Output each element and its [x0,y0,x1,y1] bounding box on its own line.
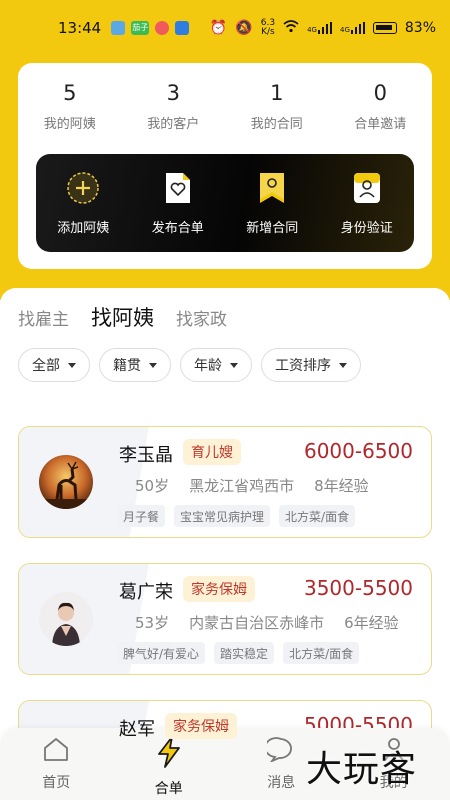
caret-down-icon [339,362,347,368]
home-icon [42,736,70,766]
job-type-badge: 育儿嫂 [183,439,241,465]
stats-card: 5 我的阿姨 3 我的客户 1 我的合同 0 合单邀请 添加阿姨 发布合单 新增… [18,63,432,269]
action-label: 发布合单 [151,220,204,236]
qiezi-app-icon: 茄子 [131,21,150,35]
stat-my-aunties[interactable]: 5 我的阿姨 [18,81,122,149]
job-type-badge: 家务保姆 [165,713,237,739]
skill-tags: 脾气好/有爱心 踏实稳定 北方菜/面食 [117,642,360,664]
stat-joint-invites[interactable]: 0 合单邀请 [329,81,433,149]
nav-label: 首页 [42,775,71,791]
auntie-meta: 50岁 黑龙江省鸡西市 8年经验 [135,475,369,496]
filter-label: 全部 [32,358,60,374]
action-label: 添加阿姨 [57,220,110,236]
skill-tags: 月子餐 宝宝常见病护理 北方菜/面食 [117,505,356,527]
stat-my-contracts[interactable]: 1 我的合同 [225,81,329,149]
filter-label: 工资排序 [275,358,331,374]
tab-find-employer[interactable]: 找雇主 [18,305,69,330]
action-label: 身份验证 [340,220,393,236]
filter-origin[interactable]: 籍贯 [99,348,171,382]
add-auntie-button[interactable]: 添加阿姨 [36,171,131,236]
message-app-icon [175,21,190,35]
content-panel: 找雇主 找阿姨 找家政 全部 籍贯 年龄 工资排序 李玉晶 育儿嫂 6000-6… [0,288,450,800]
filter-salary-sort[interactable]: 工资排序 [261,348,361,382]
auntie-experience: 6年经验 [344,614,399,632]
auntie-origin: 内蒙古自治区赤峰市 [189,614,325,632]
stat-label: 合单邀请 [354,117,407,132]
wifi-icon [283,19,299,37]
id-card-icon [350,171,384,205]
watermark-logo: 大玩客 [306,749,418,790]
stat-label: 我的客户 [147,117,200,132]
tab-find-agency[interactable]: 找家政 [176,305,227,330]
woman-avatar [39,592,93,646]
auntie-age: 53岁 [135,614,170,632]
auntie-card[interactable]: 葛广荣 家务保姆 3500-5500 53岁 内蒙古自治区赤峰市 6年经验 脾气… [18,563,432,675]
stat-label: 我的阿姨 [43,117,96,132]
alarm-icon: ⏰ [209,20,228,36]
stat-my-clients[interactable]: 3 我的客户 [122,81,226,149]
filter-age[interactable]: 年龄 [180,348,252,382]
quick-actions-panel: 添加阿姨 发布合单 新增合同 身份验证 [36,154,414,252]
auntie-name: 李玉晶 [119,445,173,466]
auntie-name: 赵军 [119,719,155,740]
skill-tag: 月子餐 [117,505,166,527]
contract-icon [255,171,289,205]
auntie-name: 葛广荣 [119,582,173,603]
stat-value: 0 [373,81,387,105]
stat-value: 1 [270,81,284,105]
skill-tag: 北方菜/面食 [283,642,360,664]
signal-icon-1: 4G [307,22,332,34]
auntie-meta: 53岁 内蒙古自治区赤峰市 6年经验 [135,612,399,633]
job-type-badge: 家务保姆 [183,576,255,602]
stat-value: 5 [63,81,77,105]
mute-icon: 🔕 [235,20,253,36]
auntie-experience: 8年经验 [314,477,369,495]
timer-app-icon [155,21,170,35]
filter-label: 年龄 [194,358,222,374]
battery-icon [372,22,397,34]
auntie-card[interactable]: 李玉晶 育儿嫂 6000-6500 50岁 黑龙江省鸡西市 8年经验 月子餐 宝… [18,426,432,538]
skill-tag: 宝宝常见病护理 [174,505,271,527]
tab-bar: 找雇主 找阿姨 找家政 [18,302,227,332]
nav-label: 合单 [154,781,183,797]
caret-down-icon [68,362,76,368]
app-notification-icon [111,21,126,35]
action-label: 新增合同 [246,220,299,236]
status-bar: 13:44 茄子 ⏰ 🔕 6.3 K/s 4G 4G 83% [0,0,450,56]
network-speed: 6.3 K/s [260,18,276,37]
auntie-origin: 黑龙江省鸡西市 [189,477,295,495]
deer-avatar [39,455,93,509]
skill-tag: 踏实稳定 [214,642,275,664]
document-heart-icon [161,171,195,205]
salary-range: 6000-6500 [303,439,413,463]
stat-label: 我的合同 [250,117,303,132]
nav-label: 消息 [267,775,296,791]
battery-percent: 83% [404,20,436,36]
identity-verification-button[interactable]: 身份验证 [320,171,415,236]
lightning-icon [155,736,183,772]
filter-bar: 全部 籍贯 年龄 工资排序 [18,348,361,382]
skill-tag: 北方菜/面食 [279,505,356,527]
publish-joint-order-button[interactable]: 发布合单 [131,171,226,236]
nav-home[interactable]: 首页 [0,728,113,800]
auntie-age: 50岁 [135,477,170,495]
filter-all[interactable]: 全部 [18,348,90,382]
skill-tag: 脾气好/有爱心 [117,642,206,664]
signal-icon-2: 4G [340,22,365,34]
tab-find-auntie[interactable]: 找阿姨 [91,302,154,332]
chat-icon [264,736,295,766]
stat-value: 3 [166,81,180,105]
filter-label: 籍贯 [113,358,141,374]
salary-range: 3500-5500 [303,576,413,600]
status-time: 13:44 [58,19,102,37]
plus-circle-icon [66,171,100,205]
add-contract-button[interactable]: 新增合同 [225,171,320,236]
caret-down-icon [149,362,157,368]
caret-down-icon [230,362,238,368]
